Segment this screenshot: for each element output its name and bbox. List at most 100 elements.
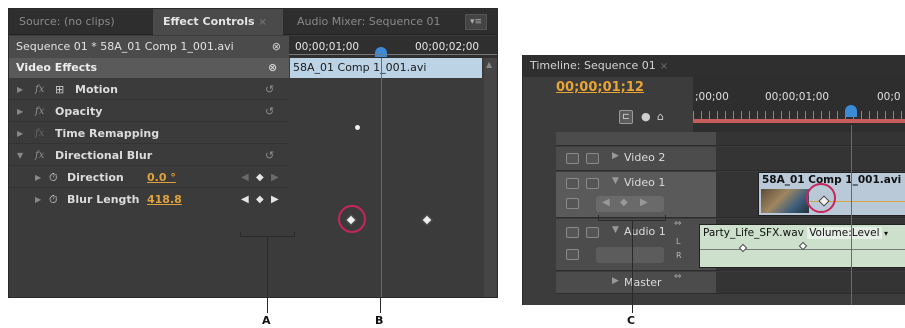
track-header-blank [556, 132, 716, 146]
fx-toggle-icon[interactable]: fx [35, 101, 44, 122]
collapse-triangle-icon[interactable]: ▼ [612, 225, 619, 235]
sync-icon: ⇔ [674, 272, 682, 282]
speaker-icon[interactable] [566, 227, 579, 238]
effect-row-opacity[interactable]: ▶ fx Opacity ↺ [9, 101, 289, 122]
expand-triangle-icon[interactable]: ▶ [17, 79, 23, 100]
reset-icon[interactable]: ↺ [265, 101, 274, 122]
effects-empty-area [9, 211, 289, 297]
property-row-direction[interactable]: ▶ ⏱ Direction 0.0 ° ◀ ◆ ▶ [9, 167, 289, 188]
keyframe-nav-group: ◀ ◆ ▶ [596, 196, 664, 212]
audio-keyframe[interactable] [738, 243, 748, 253]
property-row-blur-length[interactable]: ▶ ⏱ Blur Length 418.8 ◀ ◆ ▶ [9, 189, 289, 210]
lock-icon[interactable] [586, 178, 599, 189]
tab-source[interactable]: Source: (no clips) [9, 9, 149, 35]
playhead-handle[interactable] [845, 105, 857, 117]
next-keyframe-icon: ▶ [271, 172, 279, 183]
video-effects-header: Video Effects ⊗ [9, 58, 289, 78]
prev-keyframe-icon[interactable]: ◀ [241, 189, 249, 210]
current-time-indicator[interactable] [381, 58, 382, 297]
sync-icon: ⇔ [674, 219, 682, 229]
reset-icon[interactable]: ↺ [265, 79, 274, 100]
ruler-ticks [693, 111, 905, 119]
ruler-timecode: 00;00;01;00 [765, 91, 830, 103]
lock-icon[interactable] [586, 153, 599, 164]
eye-icon[interactable] [566, 153, 579, 164]
expand-triangle-icon[interactable]: ▶ [17, 123, 23, 144]
close-tab-icon[interactable]: × [259, 17, 267, 28]
current-time-indicator[interactable] [851, 125, 852, 305]
next-keyframe-icon[interactable]: ▶ [640, 197, 648, 208]
expand-triangle-icon[interactable]: ▶ [35, 189, 41, 210]
track-header-master[interactable]: ▶ Master ⇔ [556, 272, 716, 294]
clip-property-dropdown[interactable]: Volume:Level [807, 227, 882, 239]
clip-thumbnail [761, 189, 809, 213]
effect-row-time-remapping[interactable]: ▶ fx Time Remapping [9, 123, 289, 144]
track-area-blank [716, 132, 905, 146]
fx-toggle-icon: fx [35, 128, 45, 139]
marker-icon[interactable]: ● [641, 110, 651, 123]
callout-b-label: B [375, 314, 384, 327]
ruler-timecode: 00;0 [877, 91, 901, 103]
work-area-bar[interactable] [693, 119, 905, 123]
panel-tab-bar: Source: (no clips) Effect Controls × Audi… [9, 9, 497, 35]
collapse-triangle-icon[interactable]: ▼ [612, 176, 619, 186]
timeline-ruler[interactable]: ;00;00 00;00;01;00 00;0 [693, 77, 905, 132]
fx-toggle-icon[interactable]: fx [35, 145, 44, 166]
add-keyframe-icon[interactable]: ◆ [256, 167, 264, 188]
add-keyframe-icon[interactable]: ◆ [256, 189, 264, 210]
stopwatch-icon[interactable]: ⏱ [49, 167, 58, 188]
stopwatch-icon[interactable]: ⏱ [49, 189, 58, 210]
keyframe-nav-group [596, 247, 664, 263]
audio-clip[interactable]: Party_Life_SFX.wav Volume:Level ▾ [699, 224, 905, 268]
track-header-video2[interactable]: ▶ Video 2 [556, 147, 716, 171]
display-style-icon[interactable] [566, 198, 579, 209]
tab-audio-mixer[interactable]: Audio Mixer: Sequence 01 [287, 9, 457, 35]
current-timecode[interactable]: 00;00;01;12 [556, 80, 644, 95]
callout-c-line [632, 221, 633, 313]
timeline-panel: Timeline: Sequence 01 × 00;00;01;12 ⊏ ● ⌂… [522, 55, 905, 305]
lock-icon[interactable] [586, 227, 599, 238]
keyframe-highlight-circle [806, 183, 836, 213]
scroll-up-icon[interactable]: ▲ [486, 60, 495, 70]
show-hide-timeline-icon[interactable]: ⊗ [272, 36, 281, 58]
blur-length-value[interactable]: 418.8 [147, 189, 182, 210]
expand-triangle-icon[interactable]: ▶ [612, 276, 619, 286]
collapse-triangle-icon[interactable]: ▼ [17, 145, 23, 166]
tab-timeline[interactable]: Timeline: Sequence 01 × [523, 55, 905, 77]
clip-bar[interactable]: 58A_01 Comp 1_001.avi [290, 58, 482, 78]
display-style-icon[interactable] [566, 249, 579, 260]
fx-toggle-icon[interactable]: fx [35, 79, 44, 100]
callout-a-label: A [262, 314, 271, 327]
snap-icon[interactable]: ⊏ [619, 110, 633, 124]
ruler-timecode: ;00;00 [695, 91, 729, 103]
callout-a-line [267, 237, 268, 313]
vertical-scrollbar[interactable]: ▲ [484, 58, 497, 297]
close-tab-icon[interactable]: × [660, 61, 668, 72]
effect-row-motion[interactable]: ▶ fx ⊞ Motion ↺ [9, 79, 289, 100]
track-area-video2 [716, 147, 905, 171]
callout-b-line [380, 298, 381, 313]
track-header-video1[interactable]: ▼ Video 1 ◀ ◆ ▶ [556, 172, 716, 218]
reset-icon[interactable]: ↺ [265, 145, 274, 166]
effect-row-directional-blur[interactable]: ▼ fx Directional Blur ↺ [9, 145, 289, 166]
eye-icon[interactable] [566, 178, 579, 189]
panel-menu-icon[interactable]: ▾≡ [465, 14, 487, 30]
add-marker-icon[interactable]: ⌂ [657, 110, 664, 123]
ec-time-ruler[interactable]: 00;00;01;00 00;00;02;00 [289, 36, 497, 58]
tab-effect-controls[interactable]: Effect Controls × [153, 9, 283, 35]
prev-keyframe-icon[interactable]: ◀ [602, 197, 610, 208]
keyframe-empty-area [289, 211, 484, 297]
opacity-keyframe-marker [355, 125, 360, 130]
add-keyframe-icon[interactable]: ◆ [620, 197, 628, 208]
expand-triangle-icon[interactable]: ▶ [612, 151, 619, 161]
keyframe-highlight-circle [338, 205, 366, 233]
collapse-icon[interactable]: ⊗ [268, 58, 277, 78]
expand-triangle-icon[interactable]: ▶ [35, 167, 41, 188]
track-header-audio1[interactable]: ▼ Audio 1 ⇔ L R [556, 219, 716, 271]
direction-value[interactable]: 0.0 ° [147, 167, 176, 188]
next-keyframe-icon[interactable]: ▶ [271, 189, 279, 210]
motion-transform-icon[interactable]: ⊞ [55, 79, 64, 100]
track-area-master [716, 272, 905, 294]
sequence-clip-label: Sequence 01 * 58A_01 Comp 1_001.avi ⊗ [9, 36, 289, 58]
expand-triangle-icon[interactable]: ▶ [17, 101, 23, 122]
